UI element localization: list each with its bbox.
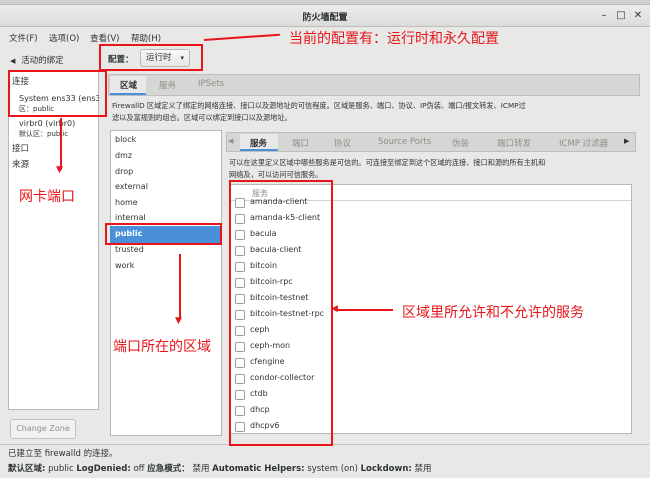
connection-status: 已建立至 firewalld 的连接。 <box>8 449 118 459</box>
minimize-icon[interactable]: – <box>598 10 610 22</box>
log-denied-label: LogDenied: <box>76 464 131 474</box>
automatic-helpers-label: Automatic Helpers: <box>212 464 305 474</box>
active-bindings-label: 活动的绑定 <box>21 56 64 66</box>
zone-item-trusted[interactable]: trusted <box>115 245 144 254</box>
main-tabs <box>108 74 640 96</box>
config-annotation: 当前的配置有：运行时和永久配置 <box>289 31 499 47</box>
bindings-panel: 连接 System ens33 (ens33) 区：public virbr0 … <box>8 70 99 410</box>
interfaces-heading: 接口 <box>12 144 30 154</box>
window-title: 防火墙配置 <box>302 13 348 23</box>
service-description-line1: 可以在这里定义区域中哪些服务是可信的。可连接至绑定到这个区域的连接、接口和源的所… <box>229 158 546 167</box>
scroll-left-icon[interactable]: ◀ <box>228 137 233 145</box>
collapse-arrow-icon[interactable]: ◀ <box>10 57 15 65</box>
default-zone-value: public <box>48 464 74 474</box>
services-arrow-head: ◀ <box>331 304 338 314</box>
statusbar: 已建立至 firewalld 的连接。 默认区域: public LogDeni… <box>0 444 650 478</box>
zone-highlight-box <box>105 223 222 245</box>
menu-options[interactable]: 选项(O) <box>49 32 79 44</box>
tab-zones[interactable]: 区域 <box>120 79 137 91</box>
zone-arrow <box>179 254 181 320</box>
tab-zone-masquerade[interactable]: 伪装 <box>452 137 469 149</box>
window-titlebar: 防火墙配置 – □ ✕ <box>0 5 650 27</box>
lockdown-value: 禁用 <box>414 464 432 474</box>
nic-highlight-box <box>8 70 107 117</box>
scroll-right-icon[interactable]: ▶ <box>624 137 629 145</box>
log-denied-value: off <box>133 464 145 474</box>
nic-arrow <box>60 118 62 170</box>
zone-item-block[interactable]: block <box>115 135 136 144</box>
lockdown-label: Lockdown: <box>360 464 412 474</box>
maximize-icon[interactable]: □ <box>615 10 627 22</box>
active-bindings-header[interactable]: ◀ 活动的绑定 <box>10 54 64 66</box>
zone-description-line1: FirewallD 区域定义了绑定的网络连接、接口以及源地址的可信程度。区域是服… <box>112 101 526 110</box>
services-annotation: 区域里所允许和不允许的服务 <box>402 305 584 321</box>
tab-services[interactable]: 服务 <box>159 79 176 91</box>
service-description-line2: 网络及，可以访问可信服务。 <box>229 170 323 179</box>
zone-item-work[interactable]: work <box>115 261 134 270</box>
menu-view[interactable]: 查看(V) <box>90 32 119 44</box>
zone-item-home[interactable]: home <box>115 198 138 207</box>
panic-mode-label: 应急模式： <box>147 464 190 474</box>
automatic-helpers-value: system (on) <box>307 464 358 474</box>
zone-item-dmz[interactable]: dmz <box>115 151 132 160</box>
tab-zone-ports[interactable]: 端口 <box>292 137 309 149</box>
services-highlight-box <box>229 180 333 446</box>
menu-file[interactable]: 文件(F) <box>9 32 38 44</box>
zone-description-line2: 滤以及富规则的组合。区域可以绑定到接口以及源地址。 <box>112 113 292 122</box>
change-zone-button[interactable]: Change Zone <box>10 419 76 439</box>
close-icon[interactable]: ✕ <box>632 10 644 22</box>
default-zone-label: 默认区域: <box>8 464 46 474</box>
nic-annotation: 网卡端口 <box>19 189 75 205</box>
interface-item[interactable]: virbr0 (virbr0) <box>19 119 99 128</box>
panic-mode-value: 禁用 <box>192 464 210 474</box>
status-summary: 默认区域: public LogDenied: off 应急模式： 禁用 Aut… <box>8 462 432 474</box>
sources-heading: 来源 <box>12 160 30 170</box>
zone-item-drop[interactable]: drop <box>115 167 133 176</box>
services-arrow <box>335 309 393 311</box>
tab-zone-services[interactable]: 服务 <box>250 137 267 149</box>
menu-help[interactable]: 帮助(H) <box>131 32 161 44</box>
zone-annotation: 端口所在的区域 <box>113 339 211 355</box>
tab-zone-source-ports[interactable]: Source Ports <box>378 137 431 147</box>
tab-zone-protocols[interactable]: 协议 <box>334 137 351 149</box>
tab-zone-port-forwarding[interactable]: 端口转发 <box>497 137 531 149</box>
zone-item-external[interactable]: external <box>115 182 148 191</box>
zone-item-internal[interactable]: internal <box>115 213 146 222</box>
nic-arrow-head: ▼ <box>56 165 63 175</box>
tab-zone-icmp-filter[interactable]: ICMP 过滤器 <box>559 137 608 149</box>
tab-ipsets[interactable]: IPSets <box>198 79 224 89</box>
config-highlight-box <box>99 44 203 71</box>
zone-arrow-head: ▼ <box>175 316 182 326</box>
